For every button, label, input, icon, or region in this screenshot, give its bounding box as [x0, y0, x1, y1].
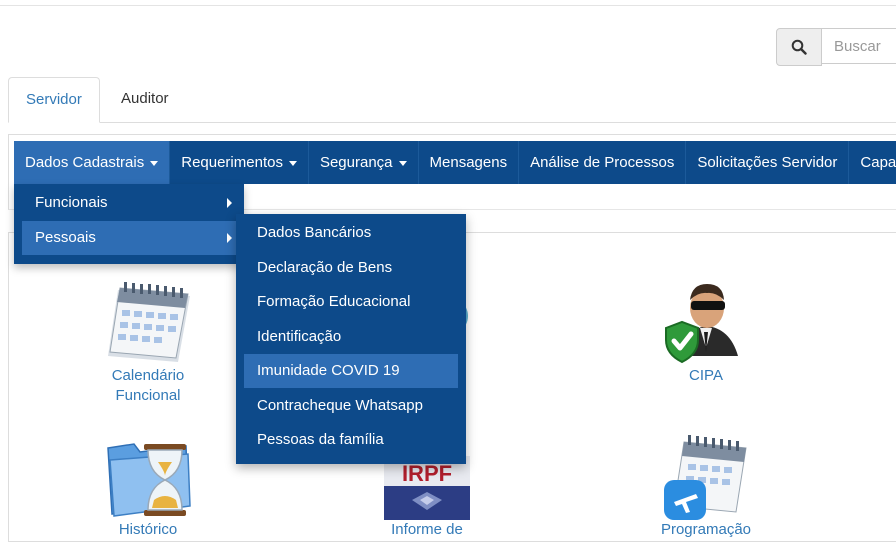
menu-item-contracheque-whatsapp[interactable]: Contracheque Whatsapp [244, 389, 458, 423]
menu-item-identificacao[interactable]: Identificação [244, 320, 458, 354]
search-button[interactable] [776, 28, 822, 66]
top-border [0, 0, 896, 6]
menu-item-declaracao-bens[interactable]: Declaração de Bens [244, 251, 458, 285]
search-input[interactable]: Buscar [822, 28, 896, 64]
irpf-icon: IRPF [384, 456, 470, 520]
menu-item-dados-bancarios[interactable]: Dados Bancários [244, 216, 458, 250]
dropdown-pessoais: Dados Bancários Declaração de Bens Forma… [236, 214, 466, 464]
label-calendario-line1: Calendário [111, 367, 185, 384]
label-calendario-line2: Funcional [115, 387, 181, 404]
security-guard-icon [665, 284, 738, 364]
folder-hourglass-icon [107, 443, 191, 517]
label-calendario[interactable]: Calendário Funcional [98, 366, 198, 406]
main-navbar: Dados Cadastrais Requerimentos Segurança… [14, 141, 896, 184]
label-programacao[interactable]: Programação [656, 520, 756, 540]
nav-capacitacao[interactable]: Capac [849, 141, 896, 184]
menu-item-pessoas-familia[interactable]: Pessoas da família [244, 423, 458, 457]
search-group: Buscar [776, 28, 896, 66]
tab-servidor[interactable]: Servidor [8, 77, 100, 123]
shortcut-historico[interactable] [104, 434, 194, 520]
caret-down-icon [398, 160, 407, 166]
irpf-text: IRPF [402, 461, 452, 486]
calendar-plane-icon [664, 435, 747, 520]
shortcut-calendario[interactable] [104, 280, 194, 366]
dropdown-dados-cadastrais: Funcionais Pessoais [14, 184, 244, 264]
nav-mensagens[interactable]: Mensagens [419, 141, 520, 184]
shortcut-programacao[interactable] [660, 432, 752, 522]
nav-solicitacoes-servidor[interactable]: Solicitações Servidor [686, 141, 850, 184]
nav-label: Requerimentos [181, 154, 283, 171]
calendar-icon [108, 282, 190, 362]
shortcut-cipa[interactable] [660, 278, 752, 366]
menu-item-pessoais[interactable]: Pessoais [22, 221, 244, 255]
nav-requerimentos[interactable]: Requerimentos [170, 141, 309, 184]
nav-label: Segurança [319, 154, 393, 171]
shortcut-informe[interactable]: IRPF [384, 456, 470, 520]
label-cipa[interactable]: CIPA [656, 366, 756, 386]
tab-bar: Servidor Auditor [8, 77, 896, 123]
search-icon [791, 39, 807, 55]
nav-analise-processos[interactable]: Análise de Processos [519, 141, 687, 184]
menu-item-funcionais[interactable]: Funcionais [22, 186, 244, 220]
menu-item-formacao-educacional[interactable]: Formação Educacional [244, 285, 458, 319]
label-historico[interactable]: Histórico [98, 520, 198, 540]
nav-seguranca[interactable]: Segurança [309, 141, 419, 184]
label-informe[interactable]: Informe de [377, 520, 477, 540]
caret-down-icon [150, 160, 159, 166]
menu-item-imunidade-covid[interactable]: Imunidade COVID 19 [244, 354, 458, 388]
menu-item-label: Funcionais [35, 194, 108, 211]
caret-right-icon [227, 198, 232, 208]
menu-item-label: Pessoais [35, 229, 96, 246]
caret-right-icon [227, 233, 232, 243]
nav-label: Dados Cadastrais [25, 154, 145, 171]
nav-dados-cadastrais[interactable]: Dados Cadastrais [14, 141, 171, 184]
tab-auditor[interactable]: Auditor [104, 77, 186, 121]
caret-down-icon [288, 160, 297, 166]
